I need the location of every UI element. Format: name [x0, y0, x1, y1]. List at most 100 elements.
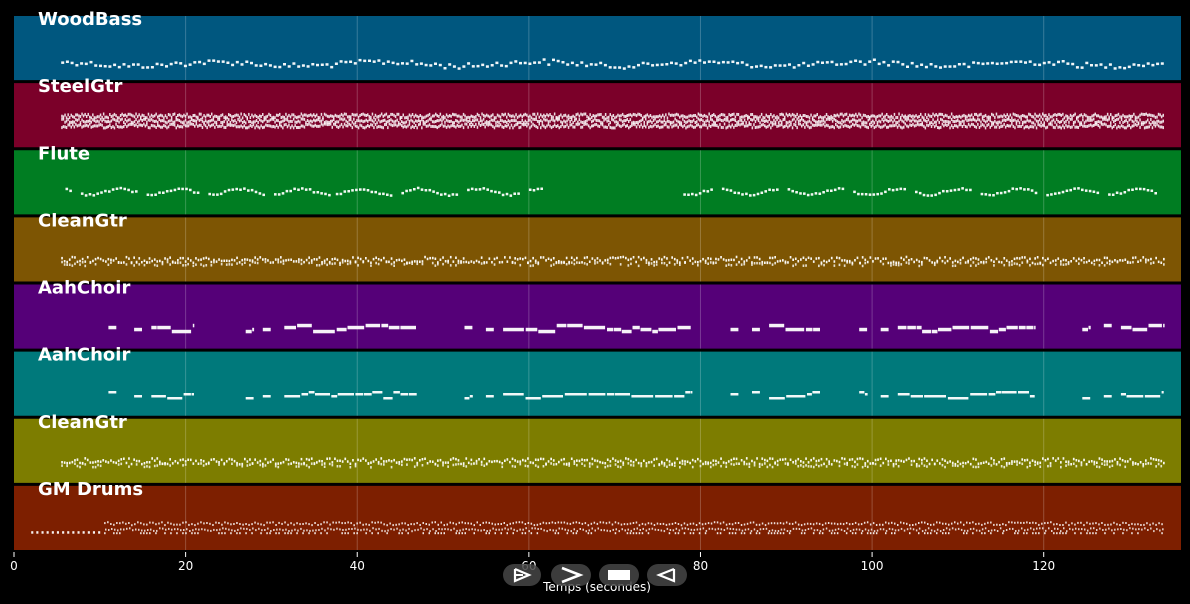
note — [257, 125, 259, 129]
note — [245, 329, 252, 334]
note — [586, 115, 588, 119]
note — [1089, 532, 1091, 535]
note — [1072, 528, 1074, 531]
note — [171, 261, 174, 264]
note — [85, 119, 88, 123]
note — [818, 192, 822, 195]
note — [660, 125, 662, 129]
note — [182, 532, 184, 535]
note — [36, 531, 39, 534]
note — [1011, 460, 1013, 463]
note — [608, 115, 610, 119]
note — [486, 188, 489, 191]
note — [1062, 524, 1064, 526]
note — [98, 115, 100, 119]
note — [887, 125, 889, 129]
note — [408, 119, 411, 123]
note — [830, 522, 833, 525]
note — [869, 462, 872, 465]
note — [218, 118, 221, 121]
note — [164, 532, 166, 535]
note — [924, 532, 926, 535]
note — [1130, 114, 1132, 118]
note — [807, 465, 810, 468]
note — [1108, 117, 1110, 121]
note — [1131, 188, 1134, 191]
note — [980, 261, 982, 264]
note — [649, 119, 652, 123]
note — [538, 329, 556, 334]
note — [931, 329, 938, 334]
note — [705, 123, 707, 127]
note — [301, 187, 304, 190]
note — [726, 61, 730, 64]
note — [1019, 187, 1022, 190]
note — [343, 112, 346, 116]
note — [78, 114, 80, 118]
note — [462, 126, 465, 130]
note — [669, 122, 672, 126]
note — [830, 114, 832, 118]
note — [648, 461, 650, 464]
note — [805, 457, 807, 460]
note — [408, 122, 411, 126]
note — [192, 462, 195, 465]
note — [960, 528, 963, 531]
note — [1028, 119, 1030, 123]
note — [92, 113, 94, 117]
note — [1088, 124, 1090, 128]
note — [1082, 397, 1091, 400]
note — [434, 521, 436, 524]
note — [192, 119, 194, 122]
note — [1006, 124, 1008, 127]
note — [668, 463, 671, 467]
note — [143, 462, 146, 465]
note — [651, 527, 654, 530]
note — [922, 193, 926, 197]
note — [329, 119, 332, 123]
note — [655, 63, 659, 67]
note — [338, 521, 340, 524]
note — [1086, 124, 1089, 128]
note — [1054, 126, 1056, 130]
note — [751, 118, 754, 122]
note — [698, 192, 702, 195]
note — [327, 527, 329, 530]
note — [61, 126, 63, 130]
note — [555, 529, 557, 532]
track-background — [14, 284, 1181, 349]
note — [793, 123, 795, 126]
note — [300, 112, 303, 116]
note — [262, 327, 271, 332]
note — [570, 61, 574, 65]
note — [233, 259, 236, 262]
note — [1163, 263, 1165, 266]
note — [352, 459, 354, 462]
note — [637, 112, 639, 116]
note — [180, 529, 182, 532]
note — [1013, 460, 1016, 463]
note — [512, 532, 514, 535]
note — [818, 459, 820, 462]
note — [1032, 532, 1034, 535]
note — [743, 462, 746, 466]
note — [632, 112, 635, 116]
note — [943, 65, 947, 68]
note — [921, 123, 923, 127]
note — [563, 119, 565, 123]
note — [113, 532, 115, 535]
note — [321, 463, 323, 466]
note — [761, 522, 764, 525]
note — [558, 114, 560, 118]
note — [666, 119, 669, 123]
note — [645, 114, 647, 118]
note — [1128, 123, 1130, 127]
note — [302, 117, 304, 121]
note — [401, 116, 403, 119]
note — [933, 530, 936, 533]
note — [844, 123, 846, 127]
note — [452, 65, 456, 68]
note — [532, 122, 534, 126]
note — [241, 121, 244, 124]
note — [514, 459, 516, 462]
